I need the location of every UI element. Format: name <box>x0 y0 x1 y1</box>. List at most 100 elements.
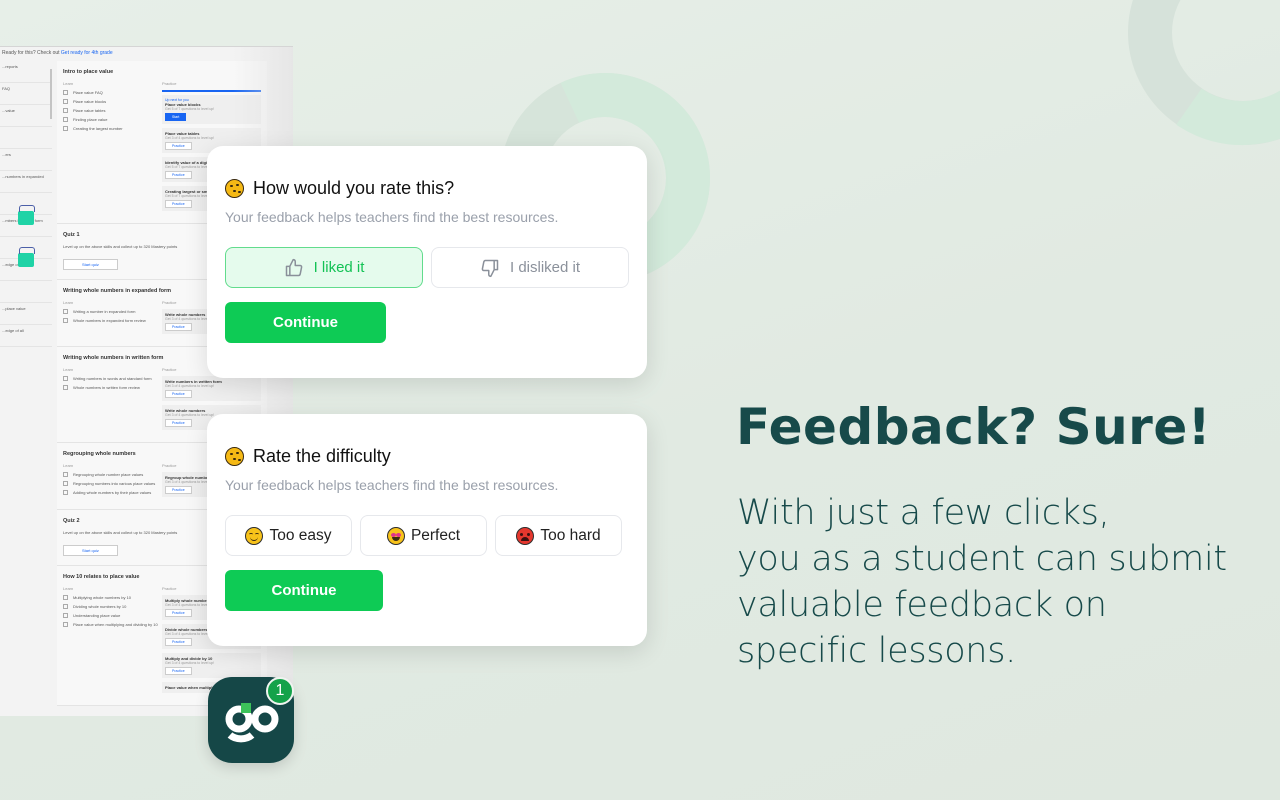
practice-button[interactable]: Practice <box>165 142 192 150</box>
lesson-label: Finding place value <box>73 117 108 122</box>
video-icon <box>63 126 68 131</box>
lesson-link[interactable]: Place value blocks <box>63 99 162 104</box>
practice-button[interactable]: Practice <box>165 171 192 179</box>
lesson-label: Dividing whole numbers by 10 <box>73 604 127 609</box>
sidebar-item[interactable]: FAQ <box>0 83 52 105</box>
video-icon <box>63 604 68 609</box>
start-quiz-button[interactable]: Start quiz <box>63 259 118 270</box>
lesson-link[interactable]: Multiplying whole numbers by 10 <box>63 595 162 600</box>
lesson-label: Writing a number in expanded form <box>73 309 136 314</box>
video-icon <box>63 613 68 618</box>
practice-button[interactable]: Practice <box>165 638 192 646</box>
lesson-label: Regrouping whole number place values <box>73 472 144 477</box>
hero-body-line: you as a student can submit <box>737 539 1227 579</box>
lesson-link[interactable]: Regrouping numbers into various place va… <box>63 481 162 486</box>
lesson-link[interactable]: Whole numbers in expanded form review <box>63 318 162 323</box>
lesson-label: Place value blocks <box>73 99 107 104</box>
sidebar-item[interactable] <box>0 281 52 303</box>
lesson-label: Multiplying whole numbers by 10 <box>73 595 132 600</box>
video-icon <box>63 376 68 381</box>
start-quiz-button[interactable]: Start quiz <box>63 545 118 556</box>
lesson-link[interactable]: Whole numbers in written form review <box>63 385 162 390</box>
lesson-link[interactable]: Dividing whole numbers by 10 <box>63 604 162 609</box>
learn-header: Learn <box>63 300 74 305</box>
mascot-icon <box>18 205 35 225</box>
difficulty-title: Rate the difficulty <box>253 445 391 466</box>
lesson-link[interactable]: Place value FAQ <box>63 90 162 95</box>
video-icon <box>63 472 68 477</box>
lesson-label: Whole numbers in expanded form review <box>73 318 146 323</box>
lesson-link[interactable]: Regrouping whole number place values <box>63 472 162 477</box>
disliked-it-button[interactable]: I disliked it <box>431 247 629 288</box>
sidebar-item[interactable]: ...ers <box>0 149 52 171</box>
video-icon <box>63 90 68 95</box>
lesson-link[interactable]: Finding place value <box>63 117 162 122</box>
sidebar-item[interactable] <box>0 127 52 149</box>
difficulty-card: Rate the difficulty Your feedback helps … <box>207 414 647 646</box>
video-icon <box>63 622 68 627</box>
thumbs-down-icon <box>480 258 500 278</box>
practice-button[interactable]: Practice <box>165 390 192 398</box>
hot-face-icon <box>516 526 535 545</box>
sidebar-item[interactable]: ...edge of all <box>0 325 52 347</box>
section-title: Intro to place value <box>63 69 114 75</box>
lesson-link[interactable]: Place value when multiplying and dividin… <box>63 622 162 627</box>
lesson-label: Place value when multiplying and dividin… <box>73 622 158 627</box>
hero-body-line: valuable feedback on <box>737 585 1107 625</box>
sidebar-item[interactable]: ...place value <box>0 303 52 325</box>
rating-title: How would you rate this? <box>253 177 455 198</box>
sidebar-item[interactable]: ...value <box>0 105 52 127</box>
perfect-button[interactable]: Perfect <box>360 515 487 556</box>
lesson-label: Regrouping numbers into various place va… <box>73 481 156 486</box>
too-easy-button[interactable]: Too easy <box>225 515 352 556</box>
rating-subtitle: Your feedback helps teachers find the be… <box>225 209 559 225</box>
practice-button[interactable]: Practice <box>165 486 192 494</box>
notice-link[interactable]: Get ready for 4th grade <box>61 50 113 56</box>
smiling-face-icon <box>245 526 264 545</box>
hero-title: Feedback? Sure! <box>736 398 1212 456</box>
practice-button[interactable]: Practice <box>165 419 192 427</box>
card-title: Rate the difficulty <box>225 444 629 468</box>
video-icon <box>63 595 68 600</box>
disliked-it-label: I disliked it <box>509 259 581 276</box>
learn-header: Learn <box>63 586 74 591</box>
lesson-label: Whole numbers in written form review <box>73 385 140 390</box>
sidebar-item[interactable]: ...numbers in expanded <box>0 171 52 193</box>
cookie-icon <box>225 178 244 198</box>
continue-button[interactable]: Continue <box>225 302 386 343</box>
cookie-icon <box>225 446 244 466</box>
lesson-link[interactable]: Writing a number in expanded form <box>63 309 162 314</box>
continue-button[interactable]: Continue <box>225 570 383 611</box>
liked-it-label: I liked it <box>313 259 365 276</box>
hero-body-line: specific lessons. <box>737 631 1016 671</box>
video-icon <box>63 481 68 486</box>
practice-button[interactable]: Practice <box>165 323 192 331</box>
practice-button[interactable]: Practice <box>165 200 192 208</box>
lesson-link[interactable]: Adding whole numbers by their place valu… <box>63 490 162 495</box>
practice-button[interactable]: Practice <box>165 667 192 675</box>
mascot-icon <box>18 247 35 267</box>
hero-body-line: With just a few clicks, <box>737 493 1110 533</box>
learn-header: Learn <box>63 463 74 468</box>
too-hard-button[interactable]: Too hard <box>495 515 622 556</box>
lesson-link[interactable]: Creating the largest number <box>63 126 162 131</box>
sidebar-item[interactable]: ...reports <box>0 61 52 83</box>
lesson-link[interactable]: Understanding place value <box>63 613 162 618</box>
video-icon <box>63 309 68 314</box>
perfect-label: Perfect <box>410 526 461 544</box>
lesson-label: Creating the largest number <box>73 126 123 131</box>
difficulty-subtitle: Your feedback helps teachers find the be… <box>225 477 559 493</box>
practice-button[interactable]: Start <box>165 113 187 121</box>
video-icon <box>63 318 68 323</box>
lesson-link[interactable]: Place value tables <box>63 108 162 113</box>
lesson-link[interactable]: Writing numbers in words and standard fo… <box>63 376 162 381</box>
hero-body: With just a few clicks, you as a student… <box>737 490 1237 674</box>
video-icon <box>63 117 68 122</box>
learn-header: Learn <box>63 367 74 372</box>
too-hard-label: Too hard <box>540 526 601 544</box>
video-icon <box>63 385 68 390</box>
sidebar-scrollbar[interactable] <box>50 69 52 119</box>
liked-it-button[interactable]: I liked it <box>225 247 423 288</box>
heart-eyes-face-icon <box>386 526 405 545</box>
practice-button[interactable]: Practice <box>165 609 192 617</box>
